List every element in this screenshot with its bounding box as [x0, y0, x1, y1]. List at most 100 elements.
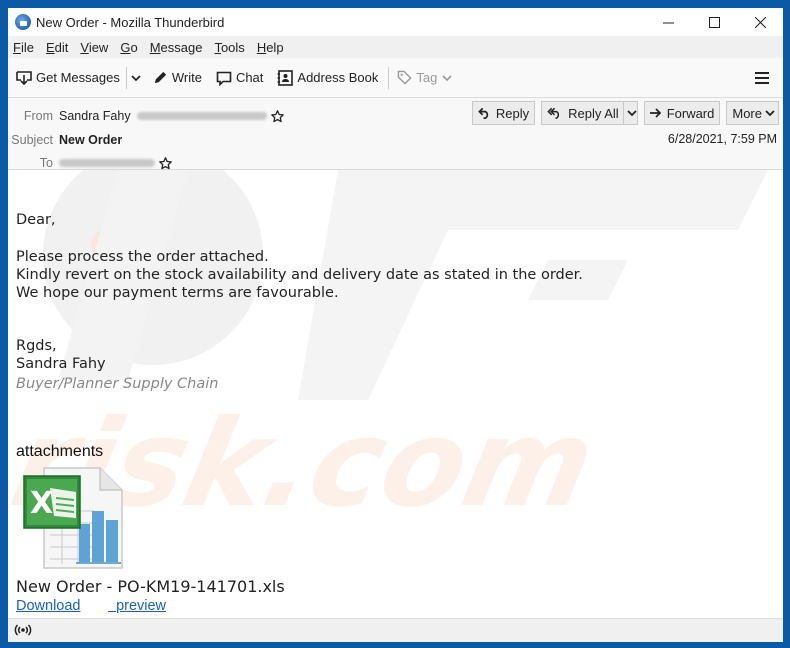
tag-button[interactable]: Tag	[397, 70, 452, 85]
to-label: To	[39, 156, 53, 170]
reply-all-icon	[547, 107, 563, 119]
body-line: Kindly revert on the stock availability …	[16, 267, 583, 283]
get-messages-icon	[16, 70, 32, 86]
menu-file-key: F	[13, 39, 21, 55]
chevron-down-icon	[627, 110, 637, 117]
reply-button[interactable]: Reply	[471, 101, 536, 125]
minimize-button[interactable]	[645, 8, 691, 36]
star-icon	[270, 109, 284, 122]
message-header: From Sandra Fahy Subject New Order To Re…	[8, 98, 783, 170]
tag-label: Tag	[416, 70, 438, 85]
menu-go[interactable]: Go	[120, 40, 137, 55]
write-button[interactable]: Write	[153, 70, 202, 85]
signature-title: Buyer/Planner Supply Chain	[16, 376, 219, 392]
get-messages-button[interactable]: Get Messages	[16, 70, 120, 86]
reply-all-button[interactable]: Reply All	[541, 101, 638, 125]
menu-tools[interactable]: Tools	[214, 40, 244, 55]
menu-file[interactable]: File	[13, 40, 34, 55]
message-body: risk.com Dear, Please process the order …	[8, 170, 783, 618]
status-bar	[8, 618, 783, 642]
menu-go-key: G	[120, 39, 131, 55]
message-actions: Reply Reply All Forward More	[466, 101, 779, 125]
menu-message-key: M	[149, 39, 161, 55]
chat-icon	[216, 70, 232, 86]
from-name[interactable]: Sandra Fahy	[59, 109, 131, 123]
menu-go-label: o	[130, 39, 138, 55]
menu-message[interactable]: Message	[150, 40, 203, 55]
attachment-filename: New Order - PO-KM19-141701.xls	[16, 577, 285, 596]
maximize-button[interactable]	[691, 8, 737, 36]
menu-file-label: ile	[20, 39, 34, 55]
from-row: From Sandra Fahy	[8, 107, 284, 125]
from-email-redacted	[136, 112, 267, 120]
address-book-label: Address Book	[297, 70, 379, 85]
svg-text:X: X	[30, 486, 53, 521]
get-messages-label: Get Messages	[36, 70, 120, 85]
toolbar-separator	[125, 66, 127, 89]
main-toolbar: Get Messages Write Chat Address Book Tag	[8, 58, 783, 98]
chevron-down-icon	[131, 74, 141, 81]
pencil-icon	[153, 70, 168, 85]
subject-row: Subject New Order	[8, 131, 122, 149]
menu-edit[interactable]: Edit	[46, 40, 68, 55]
closing: Rgds,	[16, 338, 57, 354]
menu-edit-label: dit	[54, 39, 69, 55]
attachments-heading: attachments	[16, 443, 104, 460]
tag-icon	[397, 70, 412, 85]
minimize-icon	[662, 22, 674, 23]
maximize-icon	[708, 16, 720, 28]
close-icon	[754, 16, 766, 28]
thunderbird-logo-icon	[15, 14, 31, 30]
reply-all-label: Reply All	[568, 105, 619, 121]
forward-label: Forward	[666, 105, 715, 121]
menu-help-label: elp	[266, 39, 284, 55]
to-star-button[interactable]	[159, 156, 172, 170]
reply-all-dropdown[interactable]	[622, 102, 637, 124]
title-bar: New Order - Mozilla Thunderbird	[8, 8, 783, 36]
write-label: Write	[171, 70, 202, 85]
reply-label: Reply	[495, 105, 530, 121]
signature-name: Sandra Fahy	[16, 356, 106, 372]
preview-link[interactable]: preview	[108, 598, 166, 614]
star-icon	[159, 156, 172, 169]
chevron-down-icon	[442, 74, 452, 81]
toolbar-separator	[388, 66, 390, 89]
menu-help-key: H	[256, 39, 267, 55]
body-line: We hope our payment terms are favourable…	[16, 285, 339, 301]
close-button[interactable]	[737, 8, 783, 36]
excel-file-icon[interactable]: X	[22, 466, 128, 576]
online-status-icon[interactable]	[14, 621, 32, 640]
menu-help[interactable]: Help	[257, 40, 284, 55]
body-line: Please process the order attached.	[16, 249, 269, 265]
menu-message-label: essage	[160, 39, 203, 55]
menu-view[interactable]: View	[80, 40, 108, 55]
subject-label: Subject	[11, 133, 53, 147]
chat-label: Chat	[235, 70, 264, 85]
address-book-icon	[277, 69, 294, 86]
from-label: From	[23, 109, 53, 123]
subject-value: New Order	[59, 133, 123, 147]
hamburger-menu-icon	[755, 72, 769, 84]
app-menu-button[interactable]	[755, 70, 769, 89]
download-link[interactable]: Download	[16, 598, 81, 614]
menu-bar: File Edit View Go Message Tools Help	[8, 36, 783, 58]
thunderbird-window: New Order - Mozilla Thunderbird File Edi…	[8, 8, 783, 642]
address-book-button[interactable]: Address Book	[277, 69, 379, 86]
chat-button[interactable]: Chat	[216, 70, 263, 86]
preview-label: preview	[116, 598, 167, 614]
more-button[interactable]: More	[726, 101, 779, 125]
forward-button[interactable]: Forward	[643, 101, 721, 125]
greeting: Dear,	[16, 212, 56, 228]
menu-view-label: iew	[88, 39, 109, 55]
menu-view-key: V	[80, 39, 89, 55]
from-star-button[interactable]	[270, 109, 284, 123]
to-email-redacted[interactable]	[59, 159, 155, 167]
reply-icon	[478, 107, 491, 119]
message-date: 6/28/2021, 7:59 PM	[667, 132, 777, 146]
window-title: New Order - Mozilla Thunderbird	[36, 14, 225, 30]
forward-arrow-icon	[649, 108, 662, 118]
more-label: More	[732, 105, 762, 121]
menu-edit-key: E	[45, 39, 55, 55]
menu-tools-label: ools	[220, 39, 245, 55]
get-messages-dropdown[interactable]	[131, 74, 141, 82]
